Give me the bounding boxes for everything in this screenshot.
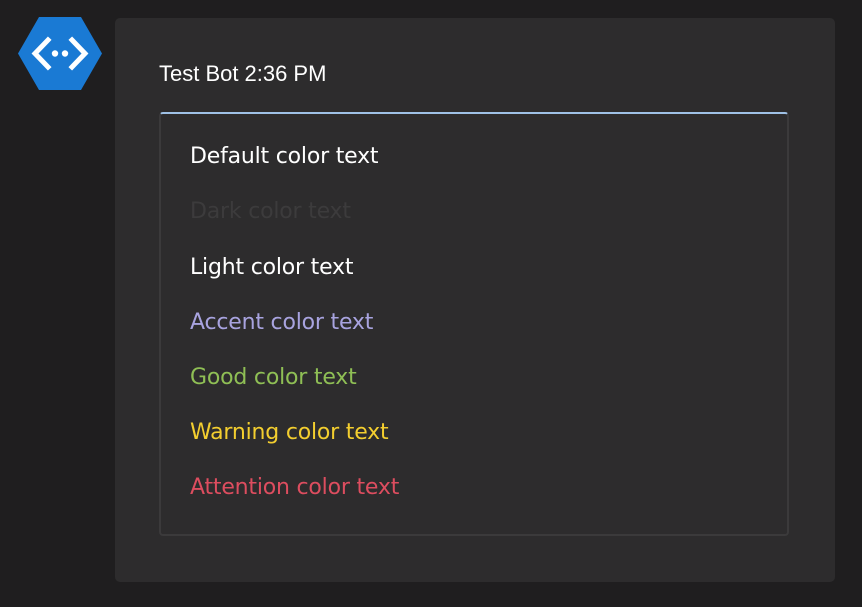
text-attention: Attention color text	[190, 475, 400, 500]
message-header: Test Bot 2:36 PM	[159, 61, 326, 87]
message-timestamp: 2:36 PM	[244, 61, 327, 86]
adaptive-card: Default color text Dark color text Light…	[159, 112, 789, 536]
bot-hexagon-icon	[18, 17, 102, 90]
bot-avatar	[18, 17, 102, 90]
text-warning: Warning color text	[190, 420, 389, 445]
text-dark: Dark color text	[190, 199, 351, 224]
text-accent: Accent color text	[190, 310, 374, 335]
message-bubble: Test Bot 2:36 PM Default color text Dark …	[115, 18, 835, 582]
text-light: Light color text	[190, 255, 354, 280]
bot-name: Test Bot	[159, 61, 239, 86]
text-good: Good color text	[190, 365, 357, 390]
text-default: Default color text	[190, 144, 379, 169]
